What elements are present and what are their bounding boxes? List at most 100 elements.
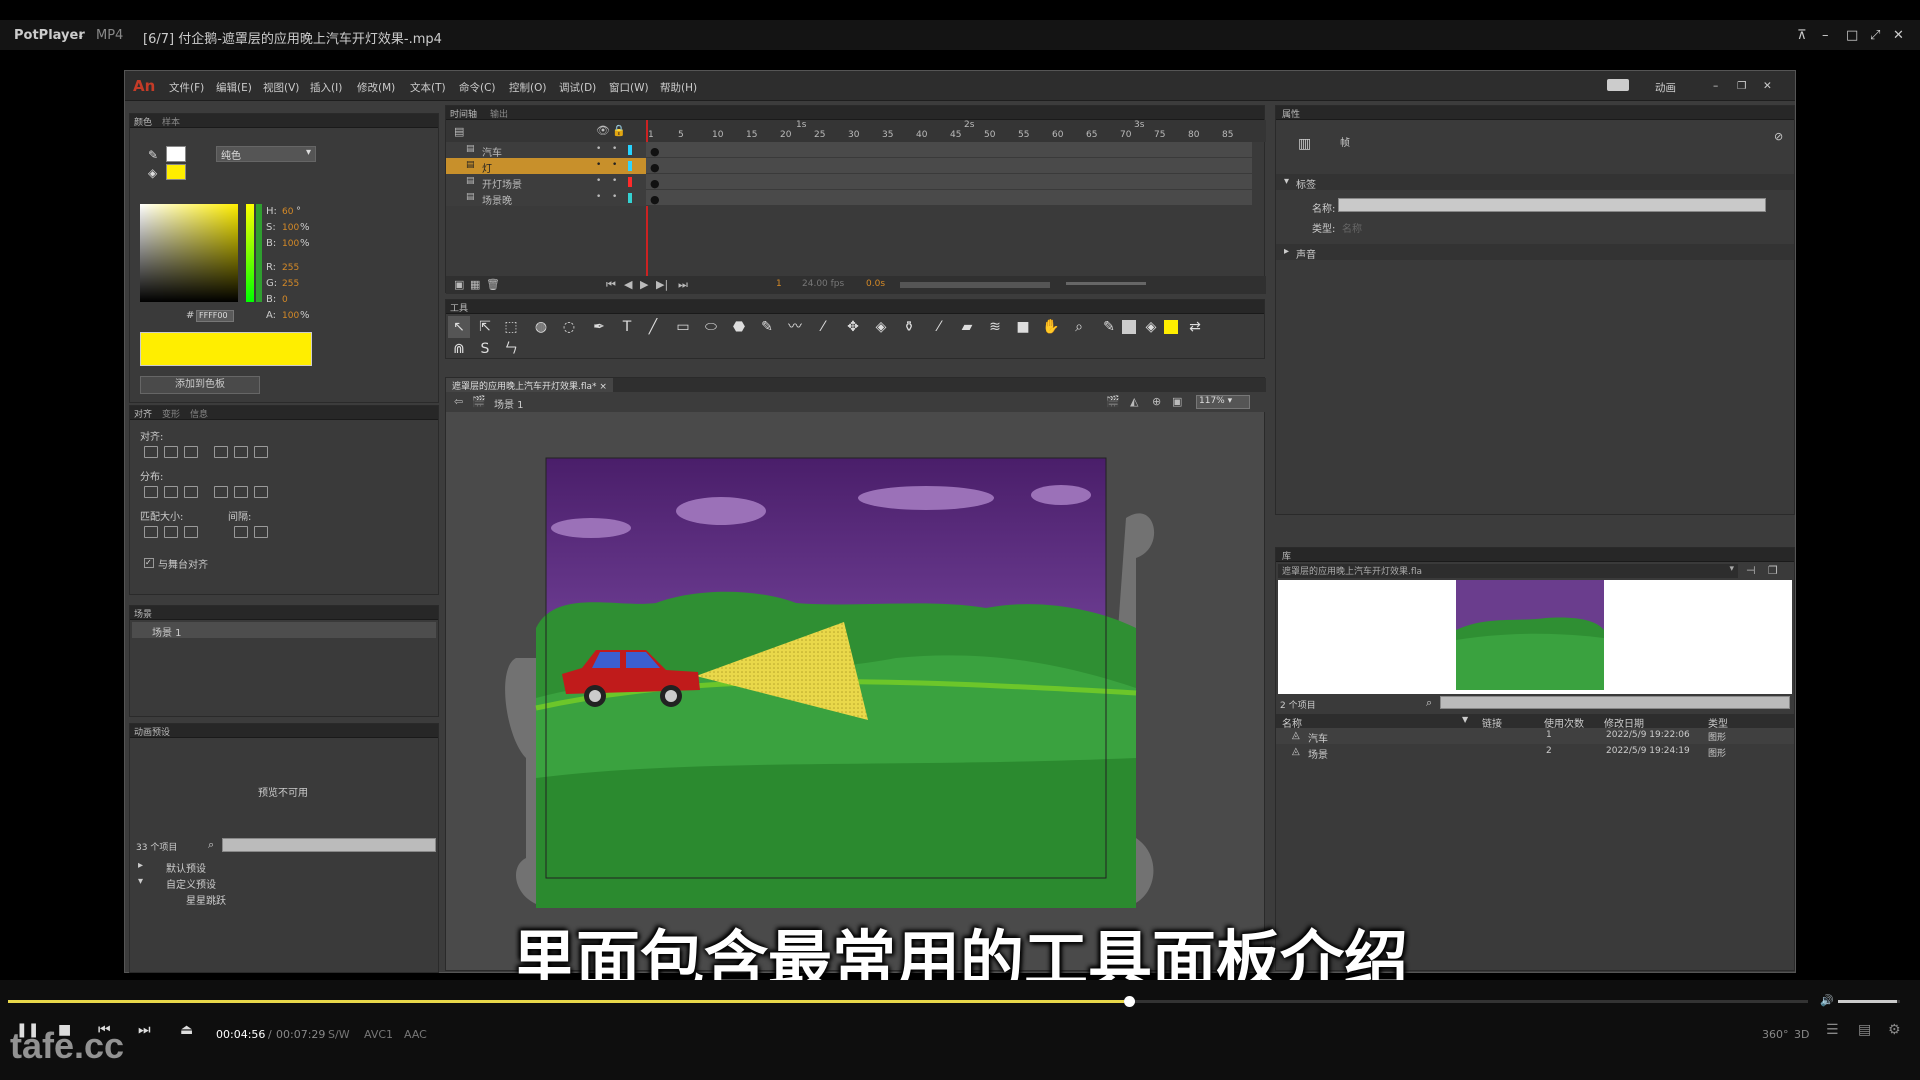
tab-color[interactable]: 颜色 [134,115,152,128]
playlist-icon[interactable]: ☰ [1826,1022,1839,1038]
eject-icon[interactable]: ⏏ [180,1022,193,1038]
layer-color-swatch[interactable] [628,193,632,203]
edit-scene-icon[interactable]: 🎬 [1106,395,1120,408]
r-value[interactable]: 255 [282,263,299,273]
blue-value[interactable]: 0 [282,295,288,305]
sound-section-header[interactable]: ▸ 声音 [1276,244,1794,261]
tree-custom-presets[interactable]: 自定义预设 [166,876,216,891]
layer-row[interactable]: ▤ 灯 • • [446,158,646,175]
keyframe-dot-icon[interactable]: ● [650,177,660,190]
lasso-tool-icon[interactable]: ◌ [558,316,580,338]
alpha-value[interactable]: 100 [282,311,299,321]
volume-slider[interactable] [1838,1000,1900,1003]
color-type-dropdown[interactable]: 纯色 ▾ [216,146,316,162]
visibility-dot-icon[interactable]: • [596,144,601,154]
new-layer-icon[interactable]: ▣ [454,278,464,291]
menu-modify[interactable]: 修改(M) [357,80,395,95]
h-value[interactable]: 60 [282,207,293,217]
line-tool-icon[interactable]: ╱ [642,316,664,338]
clip-stage-icon[interactable]: ▣ [1172,395,1182,408]
space-vertical-icon[interactable] [234,526,248,538]
keyframe-dot-icon[interactable]: ● [650,193,660,206]
align-top-icon[interactable] [214,446,228,458]
ink-bottle-tool-icon[interactable]: ⚱ [898,316,920,338]
layer-name[interactable]: 开灯场景 [482,176,522,191]
distribute-hcenter-icon[interactable] [234,486,248,498]
rectangle-tool-icon[interactable]: ▭ [672,316,694,338]
menu-text[interactable]: 文本(T) [410,80,446,95]
stage-canvas[interactable] [496,438,1176,918]
tab-timeline[interactable]: 时间轴 [450,107,477,120]
tree-arrow-open-icon[interactable]: ▾ [138,876,143,887]
pin-library-icon[interactable]: ⊣ [1746,564,1756,577]
library-file-dropdown[interactable]: 遮罩层的应用晚上汽车开灯效果.fla ▾ [1278,564,1738,578]
distribute-left-icon[interactable] [214,486,228,498]
lock-dot-icon[interactable]: • [612,144,617,154]
label-section-header[interactable]: ▾ 标签 [1276,174,1794,191]
snap-magnet-icon[interactable]: ⋒ [448,338,470,358]
sync-icon[interactable] [1607,79,1629,91]
settings-icon[interactable]: ⚙ [1888,1022,1901,1038]
window-minimize-icon[interactable]: – [1713,80,1718,92]
frame-zoom-slider[interactable] [1066,282,1146,285]
frame-track[interactable]: ● [646,174,1252,190]
lock-icon[interactable]: 🔒 [612,124,626,137]
menu-insert[interactable]: 插入(I) [310,80,342,95]
eye-icon[interactable]: 👁 [596,124,610,137]
selection-tool-icon[interactable]: ↖ [448,316,470,338]
workspace-switcher[interactable]: 动画 [1655,80,1676,95]
tab-info[interactable]: 信息 [190,407,208,420]
brightness-slider[interactable] [256,204,262,302]
go-last-icon[interactable]: ⏭ [678,278,688,292]
library-search-input[interactable] [1440,696,1790,709]
back-arrow-icon[interactable]: ⇦ [454,395,463,408]
menu-commands[interactable]: 命令(C) [459,80,496,95]
menu-control[interactable]: 控制(O) [509,80,546,95]
tag-video-codec[interactable]: AVC1 [364,1028,393,1041]
layer-row[interactable]: ▤ 汽车 • • [446,142,646,159]
space-horizontal-icon[interactable] [254,526,268,538]
library-row[interactable]: ◬ 场景 2 2022/5/9 19:24:19 图形 [1276,744,1794,761]
smooth-icon[interactable]: S [474,338,496,358]
volume-icon[interactable]: 🔊 [1820,994,1834,1007]
stroke-color-icon[interactable]: ✎ [1098,316,1120,338]
hand-tool-icon[interactable]: ✋ [1040,316,1062,338]
fill-swatch[interactable] [1164,320,1178,334]
tag-sw[interactable]: S/W [328,1028,350,1041]
layer-name[interactable]: 场景晚 [482,192,512,207]
tab-close-icon[interactable]: × [599,382,607,392]
step-forward-icon[interactable]: ▶| [656,278,668,291]
align-middle-icon[interactable] [234,446,248,458]
keyframe-dot-icon[interactable]: ● [650,161,660,174]
sort-arrow-icon[interactable]: ▼ [1462,715,1468,724]
tree-star-jump[interactable]: 星星跳跃 [186,892,226,907]
match-width-icon[interactable] [144,526,158,538]
scene-breadcrumb[interactable]: 场景 1 [494,396,524,411]
lock-dot-icon[interactable]: • [612,160,617,170]
fill-color-icon[interactable]: ◈ [1140,316,1162,338]
edit-symbol-icon[interactable]: ◭ [1130,395,1138,408]
tab-swatches[interactable]: 样本 [162,115,180,128]
add-swatch-button[interactable]: 添加到色板 [140,376,260,394]
s-value[interactable]: 100 [282,223,299,233]
fill-bucket-icon[interactable]: ◈ [148,166,157,180]
frame-rate[interactable]: 24.00 fps [802,279,844,289]
seek-bar[interactable] [8,996,1808,1007]
match-height-icon[interactable] [164,526,178,538]
subselection-tool-icon[interactable]: ⇱ [474,316,496,338]
menu-debug[interactable]: 调试(D) [559,80,596,95]
align-bottom-icon[interactable] [254,446,268,458]
eraser-tool-icon[interactable]: ▰ [956,316,978,338]
current-frame[interactable]: 1 [776,279,782,289]
frame-track[interactable]: ● [646,190,1252,206]
layer-name[interactable]: 灯 [482,160,492,175]
tag-audio-codec[interactable]: AAC [404,1028,427,1041]
width-tool-icon[interactable]: ≋ [984,316,1006,338]
tab-output[interactable]: 输出 [490,107,508,120]
document-tab[interactable]: 遮罩层的应用晚上汽车开灯效果.fla* × [446,378,613,392]
stroke-pencil-icon[interactable]: ✎ [148,148,158,162]
step-back-icon[interactable]: ◀ [624,278,632,291]
lock-dot-icon[interactable]: • [612,192,617,202]
layer-color-swatch[interactable] [628,161,632,171]
3d-button[interactable]: 3D [1794,1028,1809,1041]
